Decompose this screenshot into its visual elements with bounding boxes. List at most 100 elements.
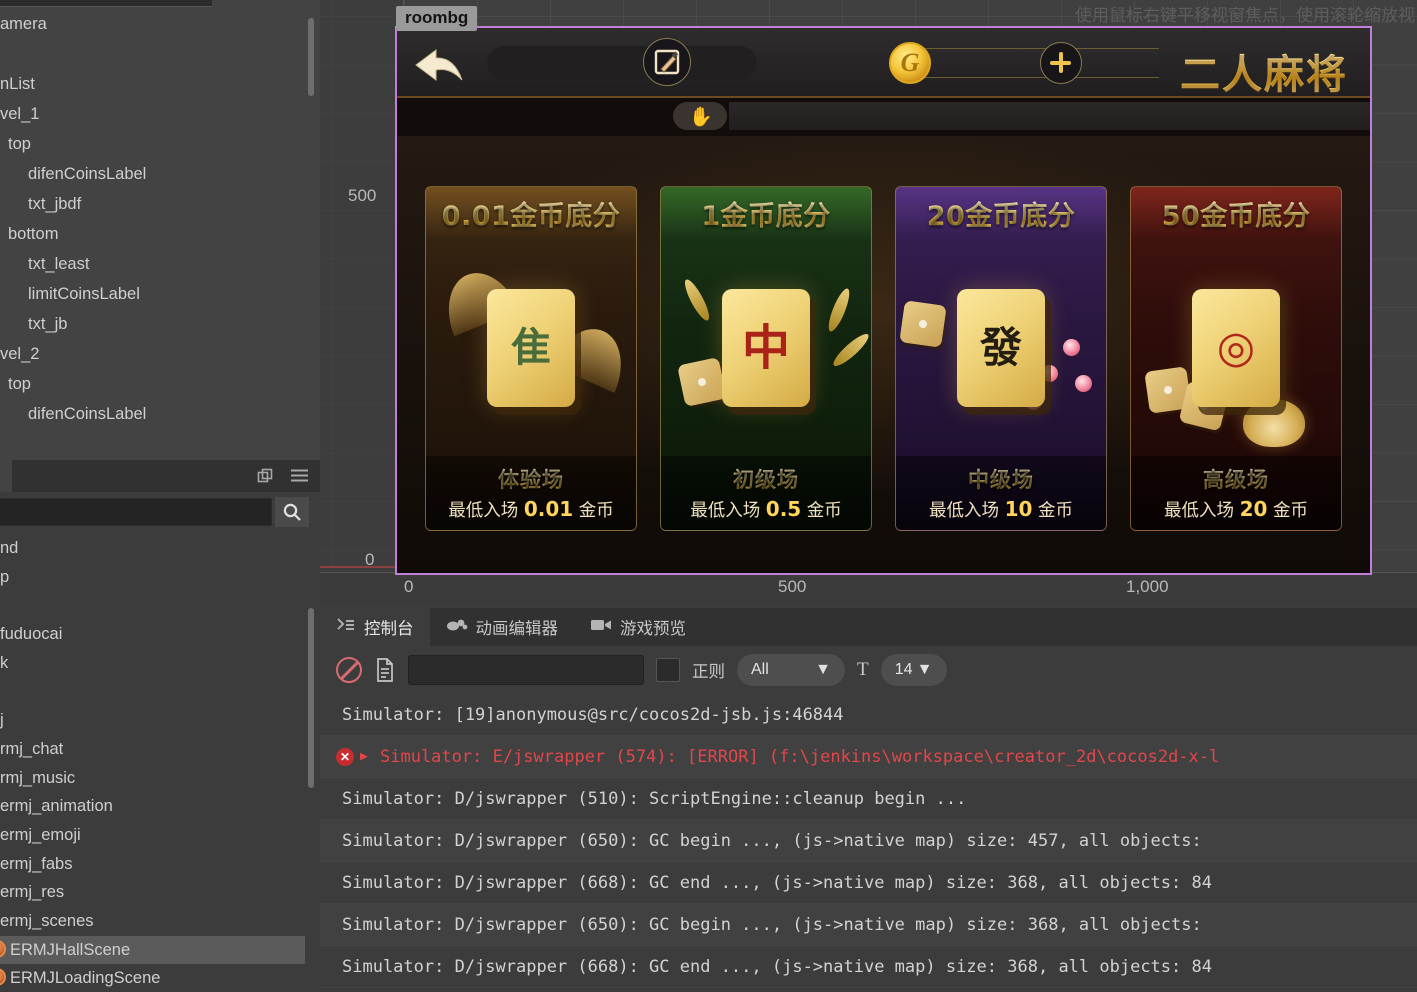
console-log-text: Simulator: D/jswrapper (668): GC end ...… — [342, 873, 1212, 893]
back-arrow-icon[interactable] — [412, 46, 468, 86]
log-level-select[interactable]: All ▼ — [737, 654, 845, 686]
console-filter-input[interactable] — [408, 655, 644, 685]
hierarchy-tabstrip[interactable] — [0, 0, 212, 7]
assets-active-tab[interactable] — [0, 460, 12, 492]
duplicate-icon[interactable] — [256, 468, 274, 486]
tile-glyph: 發 — [979, 323, 1022, 372]
console-log-row[interactable]: Simulator: D/jswrapper (668): GC end ...… — [320, 862, 1417, 904]
font-size-select[interactable]: 14 ▼ — [880, 654, 947, 686]
room-card-header: 50金币底分 — [1131, 187, 1341, 239]
hamburger-menu-icon[interactable] — [290, 468, 308, 486]
bottom-panel: 控制台 动画编辑器 游戏预览 正则 All ▼ T 14 ▼ Simulator… — [320, 604, 1417, 992]
game-body: 0.01金币底分隹体验场 最低入场 0.01 金币 1金币底分中初级场 最低入场 0.… — [397, 136, 1370, 573]
asset-row[interactable]: ermj_emoji — [0, 821, 305, 850]
console-log-row[interactable]: Simulator: [19]anonymous@src/cocos2d-jsb… — [320, 694, 1417, 736]
hierarchy-row[interactable]: vel_2 — [0, 339, 305, 369]
hierarchy-row[interactable]: difenCoinsLabel — [0, 399, 305, 429]
asset-row[interactable]: ermj_res — [0, 878, 305, 907]
asset-label: rmj_chat — [0, 739, 64, 758]
hand-pointer-icon: ✋ — [689, 107, 713, 128]
console-tab[interactable]: 控制台 — [320, 608, 430, 646]
hierarchy-row-label: txt_jbdf — [28, 195, 82, 213]
asset-row[interactable]: ermj_animation — [0, 792, 305, 821]
console-log-row[interactable]: Simulator: D/jswrapper (650): GC begin .… — [320, 820, 1417, 862]
font-size-icon[interactable]: T — [857, 659, 869, 681]
min-entry-prefix: 最低入场 — [690, 501, 761, 521]
hierarchy-row[interactable]: nList — [0, 69, 305, 99]
selected-node-label: roombg — [396, 6, 478, 31]
room-cards-row: 0.01金币底分隹体验场 最低入场 0.01 金币 1金币底分中初级场 最低入场 0.… — [425, 186, 1342, 531]
console-log-list[interactable]: Simulator: [19]anonymous@src/cocos2d-jsb… — [320, 694, 1417, 992]
asset-row[interactable]: ermj_scenes — [0, 907, 305, 936]
asset-label: nd — [0, 539, 19, 557]
asset-row[interactable]: j — [0, 706, 305, 735]
asset-row[interactable]: fuduocai — [0, 620, 305, 649]
asset-row[interactable]: p — [0, 563, 305, 592]
x-axis-line — [320, 566, 404, 568]
scene-view[interactable]: 500 0 0 500 1,000 roombg 使用鼠标右键平移视窗焦点，使用… — [320, 0, 1417, 604]
room-card[interactable]: 20金币底分發中级场 最低入场 10 金币 — [895, 186, 1107, 531]
game-topbar: G 二人麻将 — [397, 28, 1370, 98]
hierarchy-row[interactable]: top — [0, 129, 305, 159]
asset-row[interactable] — [0, 591, 305, 620]
hierarchy-row[interactable]: difenCoinsLabel — [0, 159, 305, 189]
assets-panel: nd p fuduocai k j rmj_chat rmj_music ermj_anima… — [0, 460, 320, 992]
regex-label: 正则 — [692, 662, 725, 681]
search-input[interactable] — [0, 498, 272, 526]
camera-icon — [590, 618, 612, 636]
room-card[interactable]: 0.01金币底分隹体验场 最低入场 0.01 金币 — [425, 186, 637, 531]
hierarchy-row[interactable]: txt_least — [0, 249, 305, 279]
room-card-header: 20金币底分 — [896, 187, 1106, 239]
hierarchy-row[interactable]: bottom — [0, 219, 305, 249]
plus-icon[interactable] — [1040, 42, 1082, 84]
scene-asset-icon — [0, 939, 6, 958]
hierarchy-row[interactable]: top — [0, 369, 305, 399]
asset-row[interactable]: ermj_fabs — [0, 850, 305, 879]
room-card[interactable]: 50金币底分 ◎ 高级场 最低入场 20 金币 — [1130, 186, 1342, 531]
assets-scrollbar[interactable] — [308, 608, 314, 788]
console-tab[interactable]: 游戏预览 — [574, 608, 702, 646]
asset-row[interactable]: nd — [0, 534, 305, 563]
console-tab[interactable]: 动画编辑器 — [430, 608, 575, 646]
search-icon[interactable] — [275, 497, 309, 527]
assets-list[interactable]: nd p fuduocai k j rmj_chat rmj_music ermj_anima… — [0, 534, 305, 992]
hierarchy-row[interactable]: vel_1 — [0, 99, 305, 129]
regex-checkbox[interactable] — [656, 658, 680, 682]
room-card-header: 0.01金币底分 — [426, 187, 636, 239]
asset-label: ermj_res — [0, 883, 65, 902]
hierarchy-row[interactable]: limitCoinsLabel — [0, 279, 305, 309]
game-canvas[interactable]: G 二人麻将 ✋ 0.01金币底分隹体验场 最低入场 0.01 金币 1金币底分中初… — [395, 26, 1372, 575]
console-log-row[interactable]: Simulator: D/jswrapper (510): ScriptEngi… — [320, 778, 1417, 820]
edit-pencil-icon[interactable] — [643, 38, 691, 86]
hierarchy-row[interactable]: amera — [0, 9, 305, 39]
console-log-row[interactable]: Simulator: D/jswrapper (668): GC end ...… — [320, 946, 1417, 988]
asset-row[interactable] — [0, 677, 305, 706]
room-card-footer: 中级场 最低入场 10 金币 — [896, 456, 1106, 530]
asset-row-selected[interactable]: ERMJHallScene — [0, 935, 305, 965]
player-name-pill[interactable] — [487, 46, 757, 80]
room-card-footer: 初级场 最低入场 0.5 金币 — [661, 456, 871, 530]
scene-asset-icon — [0, 968, 6, 987]
console-tab-bar: 控制台 动画编辑器 游戏预览 — [320, 608, 1417, 646]
room-card[interactable]: 1金币底分中初级场 最低入场 0.5 金币 — [660, 186, 872, 531]
asset-row[interactable]: ERMJLoadingScene — [0, 964, 305, 992]
asset-label: ermj_scenes — [0, 911, 94, 930]
hierarchy-row[interactable]: txt_jb — [0, 309, 305, 339]
file-icon[interactable] — [374, 657, 396, 683]
clear-icon[interactable] — [336, 657, 362, 683]
hierarchy-row[interactable] — [0, 39, 305, 69]
gold-coin-icon: G — [889, 42, 931, 84]
console-tab-label: 动画编辑器 — [475, 619, 559, 638]
ruler-tick-500: 500 — [348, 186, 377, 205]
min-entry-value: 20 — [1239, 497, 1268, 521]
hierarchy-scrollbar[interactable] — [308, 18, 314, 96]
asset-row[interactable]: k — [0, 649, 305, 678]
hierarchy-row[interactable]: txt_jbdf — [0, 189, 305, 219]
room-artwork: 中 — [661, 243, 871, 459]
hierarchy-tree[interactable]: amera nList vel_1 top difenCoinsLabel txt_jbd… — [0, 9, 305, 455]
asset-row[interactable]: rmj_chat — [0, 735, 305, 764]
console-log-row[interactable]: Simulator: D/jswrapper (650): GC begin .… — [320, 904, 1417, 946]
console-log-error[interactable]: ✕ ▶ Simulator: E/jswrapper (574): [ERROR] … — [320, 736, 1417, 778]
expand-arrow-icon[interactable]: ▶ — [360, 736, 368, 778]
asset-row[interactable]: rmj_music — [0, 764, 305, 793]
